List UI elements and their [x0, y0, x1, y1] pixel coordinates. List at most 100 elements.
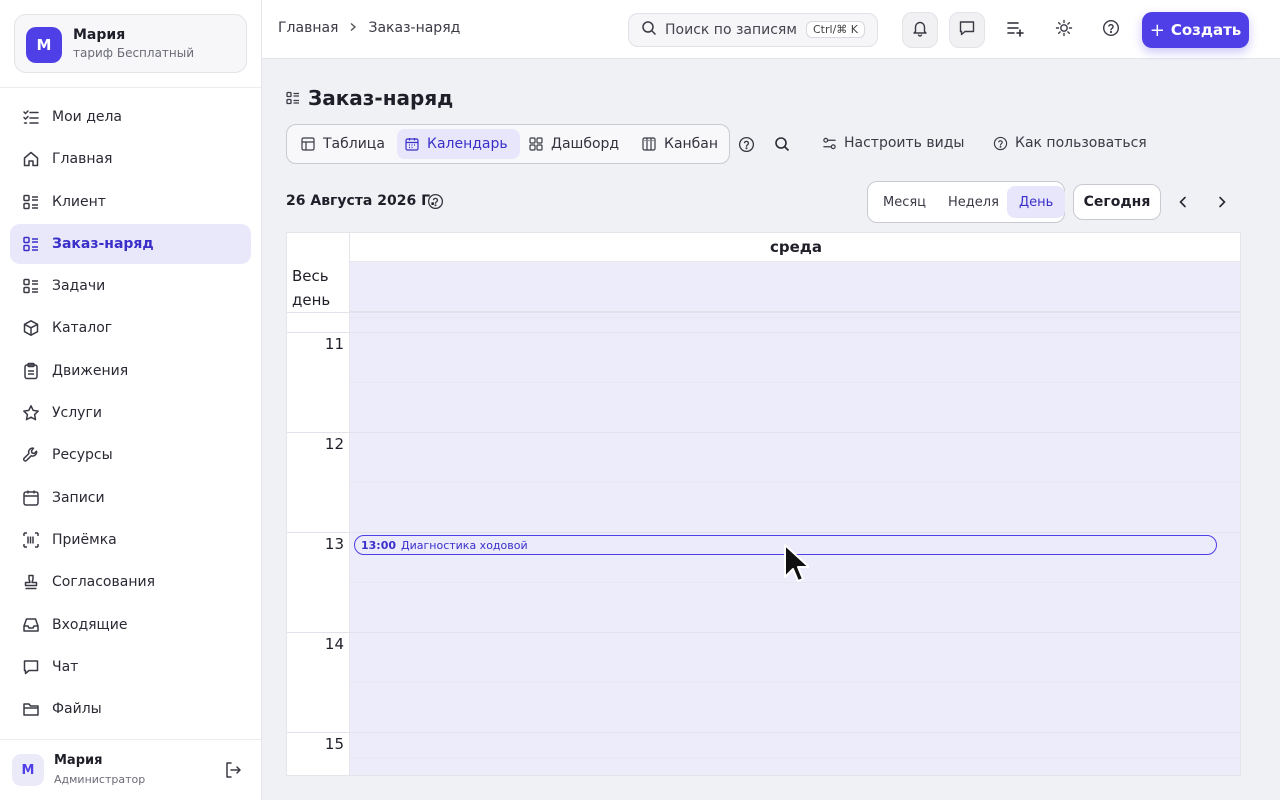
- views-help-icon[interactable]: [735, 133, 757, 155]
- prev-period-button[interactable]: [1173, 192, 1193, 212]
- how-to-use-button[interactable]: Как пользоваться: [993, 135, 1147, 151]
- sidebar-item-label: Заказ-наряд: [52, 235, 154, 252]
- notifications-button[interactable]: [902, 12, 938, 48]
- all-day-label: Весь день: [292, 267, 331, 309]
- range-day-button[interactable]: День: [1007, 186, 1066, 218]
- tab-calendar-label: Календарь: [427, 136, 508, 152]
- sidebar-item-home[interactable]: Главная: [10, 139, 251, 179]
- sidebar-item-label: Чат: [52, 658, 79, 675]
- sidebar-nav: Мои дела Главная Клиент Заказ-наряд Зада…: [10, 97, 251, 731]
- mouse-cursor-icon: [783, 543, 810, 589]
- list-icon: [22, 235, 40, 253]
- sidebar-item-label: Задачи: [52, 278, 106, 295]
- chevron-left-icon: [1179, 196, 1186, 208]
- date-help-icon[interactable]: [427, 193, 444, 214]
- search-icon[interactable]: [771, 133, 793, 155]
- sun-icon: [1055, 19, 1073, 41]
- sidebar-item-catalog[interactable]: Каталог: [10, 308, 251, 348]
- hour-line: [287, 432, 1240, 433]
- slot-line: [287, 312, 1240, 313]
- breadcrumb-current: Заказ-наряд: [368, 20, 461, 36]
- sidebar-item-label: Ресурсы: [52, 447, 113, 464]
- help-button[interactable]: [1093, 12, 1129, 48]
- sidebar-item-label: Главная: [52, 151, 113, 168]
- hour-label: 14: [324, 635, 344, 653]
- configure-views-button[interactable]: Настроить виды: [822, 135, 964, 151]
- time-gutter-divider: [349, 233, 350, 775]
- search-input[interactable]: Поиск по записям Ctrl/⌘ K: [628, 13, 878, 47]
- sidebar-item-label: Входящие: [52, 616, 128, 633]
- event-title: Диагностика ходовой: [401, 538, 528, 552]
- sidebar-item-label: Записи: [52, 489, 105, 506]
- sidebar-item-files[interactable]: Файлы: [10, 689, 251, 729]
- create-label: Создать: [1170, 21, 1242, 39]
- sidebar-item-services[interactable]: Услуги: [10, 393, 251, 433]
- hour-label: 11: [324, 335, 344, 353]
- account-plan: тариф Бесплатный: [73, 46, 195, 60]
- hour-line: [287, 332, 1240, 333]
- sidebar-item-label: Клиент: [52, 193, 106, 210]
- all-day-cell[interactable]: [350, 262, 1240, 312]
- sidebar-item-approvals[interactable]: Согласования: [10, 562, 251, 602]
- list-icon: [286, 91, 299, 105]
- sidebar-item-resources[interactable]: Ресурсы: [10, 435, 251, 475]
- hour-line: [287, 632, 1240, 633]
- current-date: 26 Августа 2026 Г.: [286, 193, 436, 209]
- theme-toggle-button[interactable]: [1046, 12, 1082, 48]
- tab-dashboard[interactable]: Дашборд: [521, 129, 631, 159]
- calendar-range-switcher: Месяц Неделя День: [867, 181, 1066, 223]
- quick-add-list-button[interactable]: [997, 12, 1033, 48]
- tab-dashboard-label: Дашборд: [551, 136, 620, 152]
- search-placeholder: Поиск по записям: [665, 22, 797, 38]
- hour-line: [287, 532, 1240, 533]
- configure-views-label: Настроить виды: [844, 135, 965, 151]
- search-hotkey: Ctrl/⌘ K: [806, 21, 865, 38]
- sidebar-item-label: Движения: [52, 362, 129, 379]
- account-switcher[interactable]: М Мария тариф Бесплатный: [14, 14, 247, 73]
- clipboard-icon: [22, 362, 40, 380]
- logout-icon[interactable]: [223, 760, 243, 780]
- sidebar-item-label: Услуги: [52, 405, 102, 422]
- range-week-button[interactable]: Неделя: [936, 186, 1011, 218]
- chevron-right-icon: [348, 20, 358, 36]
- today-button[interactable]: Сегодня: [1073, 184, 1161, 220]
- sidebar-item-label: Каталог: [52, 320, 113, 337]
- messages-button[interactable]: [949, 12, 985, 48]
- checklist-icon: [22, 108, 40, 126]
- tab-kanban[interactable]: Канбан: [634, 129, 730, 159]
- chat-icon: [22, 658, 40, 676]
- sidebar-item-tasks[interactable]: Задачи: [10, 266, 251, 306]
- range-month-button[interactable]: Месяц: [871, 186, 938, 218]
- wrench-icon: [22, 446, 40, 464]
- sidebar-item-inbox[interactable]: Входящие: [10, 605, 251, 645]
- sidebar-item-chat[interactable]: Чат: [10, 647, 251, 687]
- sidebar-bottom-divider: [0, 739, 261, 740]
- box-icon: [22, 319, 40, 337]
- next-period-button[interactable]: [1212, 192, 1232, 212]
- create-button[interactable]: + Создать: [1142, 12, 1249, 48]
- sidebar-item-intake[interactable]: Приёмка: [10, 520, 251, 560]
- inbox-icon: [22, 616, 40, 634]
- sidebar-item-work-order[interactable]: Заказ-наряд: [10, 223, 251, 264]
- sidebar-item-movements[interactable]: Движения: [10, 351, 251, 391]
- slot-line: [350, 757, 1240, 758]
- star-icon: [22, 404, 40, 422]
- stamp-icon: [22, 573, 40, 591]
- breadcrumb-home[interactable]: Главная: [278, 20, 338, 36]
- dashboard-icon: [529, 137, 543, 151]
- page-title-text: Заказ-наряд: [308, 86, 454, 110]
- avatar[interactable]: М: [12, 754, 44, 786]
- slot-line: [350, 317, 1240, 318]
- sidebar-item-records[interactable]: Записи: [10, 478, 251, 518]
- tab-table[interactable]: Таблица: [293, 129, 397, 159]
- topbar: Главная Заказ-наряд Поиск по записям Ctr…: [262, 0, 1280, 59]
- how-to-use-label: Как пользоваться: [1015, 135, 1147, 151]
- calendar-icon: [22, 489, 40, 507]
- sidebar-item-my-tasks[interactable]: Мои дела: [10, 97, 251, 137]
- search-icon: [641, 20, 657, 40]
- tab-calendar[interactable]: Календарь: [397, 129, 520, 159]
- help-icon: [1102, 19, 1120, 41]
- chat-icon: [958, 19, 976, 41]
- slot-line: [350, 682, 1240, 683]
- sidebar-item-client[interactable]: Клиент: [10, 182, 251, 222]
